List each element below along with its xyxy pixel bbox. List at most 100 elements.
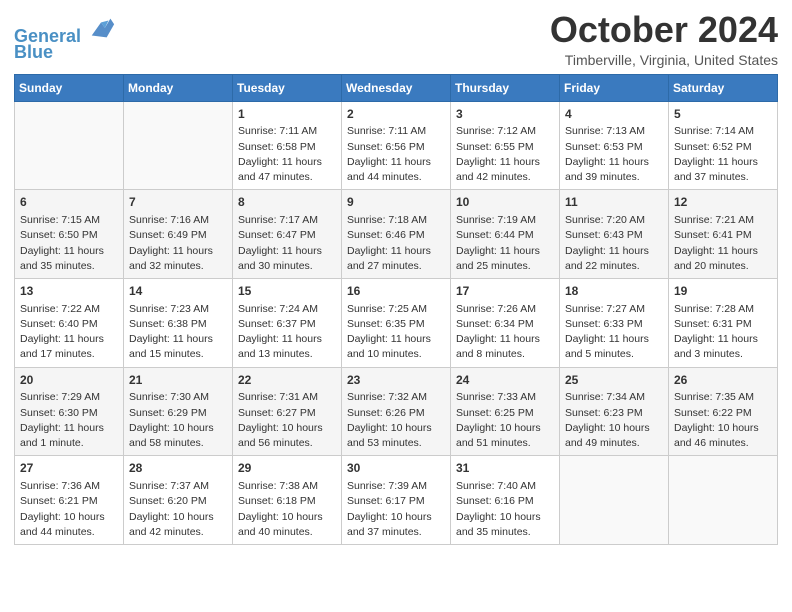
weekday-header-tuesday: Tuesday <box>233 74 342 101</box>
day-number: 17 <box>456 283 554 300</box>
calendar-cell: 12 Sunrise: 7:21 AM Sunset: 6:41 PM Dayli… <box>669 190 778 279</box>
calendar-week-3: 13 Sunrise: 7:22 AM Sunset: 6:40 PM Dayli… <box>15 278 778 367</box>
calendar-cell: 2Sunrise: 7:11 AM Sunset: 6:56 PM Daylig… <box>342 101 451 190</box>
weekday-header-monday: Monday <box>124 74 233 101</box>
day-number: 20 <box>20 372 118 389</box>
calendar-cell: 15 Sunrise: 7:24 AM Sunset: 6:37 PM Dayli… <box>233 278 342 367</box>
calendar-header: SundayMondayTuesdayWednesdayThursdayFrid… <box>15 74 778 101</box>
day-info: Sunrise: 7:25 AM Sunset: 6:35 PM Dayligh… <box>347 302 445 363</box>
day-number: 16 <box>347 283 445 300</box>
day-info: Sunrise: 7:22 AM Sunset: 6:40 PM Dayligh… <box>20 302 118 363</box>
day-info: Sunrise: 7:14 AM Sunset: 6:52 PM Dayligh… <box>674 124 772 185</box>
day-info: Sunrise: 7:23 AM Sunset: 6:38 PM Dayligh… <box>129 302 227 363</box>
day-number: 23 <box>347 372 445 389</box>
calendar-cell: 23Sunrise: 7:32 AM Sunset: 6:26 PM Dayli… <box>342 367 451 456</box>
calendar-cell <box>15 101 124 190</box>
day-info: Sunrise: 7:26 AM Sunset: 6:34 PM Dayligh… <box>456 302 554 363</box>
calendar-cell: 18 Sunrise: 7:27 AM Sunset: 6:33 PM Dayli… <box>560 278 669 367</box>
day-number: 3 <box>456 106 554 123</box>
day-info: Sunrise: 7:29 AM Sunset: 6:30 PM Dayligh… <box>20 390 118 451</box>
day-info: Sunrise: 7:33 AM Sunset: 6:25 PM Dayligh… <box>456 390 554 451</box>
day-number: 1 <box>238 106 336 123</box>
weekday-header-saturday: Saturday <box>669 74 778 101</box>
calendar-cell: 4Sunrise: 7:13 AM Sunset: 6:53 PM Daylig… <box>560 101 669 190</box>
calendar-cell: 1Sunrise: 7:11 AM Sunset: 6:58 PM Daylig… <box>233 101 342 190</box>
calendar-week-1: 1Sunrise: 7:11 AM Sunset: 6:58 PM Daylig… <box>15 101 778 190</box>
day-number: 4 <box>565 106 663 123</box>
calendar-cell: 17 Sunrise: 7:26 AM Sunset: 6:34 PM Dayli… <box>451 278 560 367</box>
day-number: 29 <box>238 460 336 477</box>
calendar-table: SundayMondayTuesdayWednesdayThursdayFrid… <box>14 74 778 545</box>
calendar-cell: 24Sunrise: 7:33 AM Sunset: 6:25 PM Dayli… <box>451 367 560 456</box>
logo-bird-icon <box>88 14 116 42</box>
calendar-cell: 25Sunrise: 7:34 AM Sunset: 6:23 PM Dayli… <box>560 367 669 456</box>
day-info: Sunrise: 7:36 AM Sunset: 6:21 PM Dayligh… <box>20 479 118 540</box>
day-number: 9 <box>347 194 445 211</box>
day-number: 11 <box>565 194 663 211</box>
calendar-cell: 13 Sunrise: 7:22 AM Sunset: 6:40 PM Dayli… <box>15 278 124 367</box>
calendar-cell: 5Sunrise: 7:14 AM Sunset: 6:52 PM Daylig… <box>669 101 778 190</box>
day-number: 19 <box>674 283 772 300</box>
day-number: 10 <box>456 194 554 211</box>
calendar-cell <box>560 456 669 545</box>
calendar-cell: 20Sunrise: 7:29 AM Sunset: 6:30 PM Dayli… <box>15 367 124 456</box>
calendar-cell: 11Sunrise: 7:20 AM Sunset: 6:43 PM Dayli… <box>560 190 669 279</box>
day-info: Sunrise: 7:17 AM Sunset: 6:47 PM Dayligh… <box>238 213 336 274</box>
day-info: Sunrise: 7:11 AM Sunset: 6:56 PM Dayligh… <box>347 124 445 185</box>
calendar-cell: 21Sunrise: 7:30 AM Sunset: 6:29 PM Dayli… <box>124 367 233 456</box>
day-info: Sunrise: 7:32 AM Sunset: 6:26 PM Dayligh… <box>347 390 445 451</box>
day-number: 2 <box>347 106 445 123</box>
day-info: Sunrise: 7:37 AM Sunset: 6:20 PM Dayligh… <box>129 479 227 540</box>
calendar-cell: 8Sunrise: 7:17 AM Sunset: 6:47 PM Daylig… <box>233 190 342 279</box>
day-number: 28 <box>129 460 227 477</box>
calendar-week-5: 27 Sunrise: 7:36 AM Sunset: 6:21 PM Dayli… <box>15 456 778 545</box>
subtitle: Timberville, Virginia, United States <box>550 52 778 68</box>
calendar-cell: 27 Sunrise: 7:36 AM Sunset: 6:21 PM Dayli… <box>15 456 124 545</box>
day-info: Sunrise: 7:12 AM Sunset: 6:55 PM Dayligh… <box>456 124 554 185</box>
day-info: Sunrise: 7:40 AM Sunset: 6:16 PM Dayligh… <box>456 479 554 540</box>
day-info: Sunrise: 7:38 AM Sunset: 6:18 PM Dayligh… <box>238 479 336 540</box>
calendar-cell: 6 Sunrise: 7:15 AM Sunset: 6:50 PM Daylig… <box>15 190 124 279</box>
day-number: 26 <box>674 372 772 389</box>
calendar-cell <box>669 456 778 545</box>
calendar-cell: 19Sunrise: 7:28 AM Sunset: 6:31 PM Dayli… <box>669 278 778 367</box>
calendar-cell: 26Sunrise: 7:35 AM Sunset: 6:22 PM Dayli… <box>669 367 778 456</box>
title-block: October 2024 Timberville, Virginia, Unit… <box>550 10 778 68</box>
day-number: 13 <box>20 283 118 300</box>
calendar-cell: 3Sunrise: 7:12 AM Sunset: 6:55 PM Daylig… <box>451 101 560 190</box>
day-info: Sunrise: 7:18 AM Sunset: 6:46 PM Dayligh… <box>347 213 445 274</box>
day-info: Sunrise: 7:27 AM Sunset: 6:33 PM Dayligh… <box>565 302 663 363</box>
day-number: 6 <box>20 194 118 211</box>
day-info: Sunrise: 7:34 AM Sunset: 6:23 PM Dayligh… <box>565 390 663 451</box>
header: General Blue October 2024 Timberville, V… <box>14 10 778 68</box>
page: General Blue October 2024 Timberville, V… <box>0 0 792 612</box>
calendar-cell: 14 Sunrise: 7:23 AM Sunset: 6:38 PM Dayli… <box>124 278 233 367</box>
day-number: 15 <box>238 283 336 300</box>
day-number: 7 <box>129 194 227 211</box>
day-number: 12 <box>674 194 772 211</box>
calendar-cell: 28 Sunrise: 7:37 AM Sunset: 6:20 PM Dayli… <box>124 456 233 545</box>
calendar-week-4: 20Sunrise: 7:29 AM Sunset: 6:30 PM Dayli… <box>15 367 778 456</box>
day-info: Sunrise: 7:35 AM Sunset: 6:22 PM Dayligh… <box>674 390 772 451</box>
day-info: Sunrise: 7:15 AM Sunset: 6:50 PM Dayligh… <box>20 213 118 274</box>
day-info: Sunrise: 7:39 AM Sunset: 6:17 PM Dayligh… <box>347 479 445 540</box>
main-title: October 2024 <box>550 10 778 50</box>
calendar-cell: 7Sunrise: 7:16 AM Sunset: 6:49 PM Daylig… <box>124 190 233 279</box>
day-number: 18 <box>565 283 663 300</box>
calendar-cell <box>124 101 233 190</box>
day-number: 14 <box>129 283 227 300</box>
weekday-header-sunday: Sunday <box>15 74 124 101</box>
weekday-header-row: SundayMondayTuesdayWednesdayThursdayFrid… <box>15 74 778 101</box>
day-info: Sunrise: 7:21 AM Sunset: 6:41 PM Dayligh… <box>674 213 772 274</box>
day-number: 27 <box>20 460 118 477</box>
day-number: 24 <box>456 372 554 389</box>
day-number: 21 <box>129 372 227 389</box>
day-info: Sunrise: 7:30 AM Sunset: 6:29 PM Dayligh… <box>129 390 227 451</box>
calendar-cell: 9 Sunrise: 7:18 AM Sunset: 6:46 PM Daylig… <box>342 190 451 279</box>
calendar-body: 1Sunrise: 7:11 AM Sunset: 6:58 PM Daylig… <box>15 101 778 544</box>
calendar-cell: 31Sunrise: 7:40 AM Sunset: 6:16 PM Dayli… <box>451 456 560 545</box>
day-info: Sunrise: 7:19 AM Sunset: 6:44 PM Dayligh… <box>456 213 554 274</box>
calendar-cell: 29 Sunrise: 7:38 AM Sunset: 6:18 PM Dayli… <box>233 456 342 545</box>
day-number: 22 <box>238 372 336 389</box>
day-info: Sunrise: 7:24 AM Sunset: 6:37 PM Dayligh… <box>238 302 336 363</box>
